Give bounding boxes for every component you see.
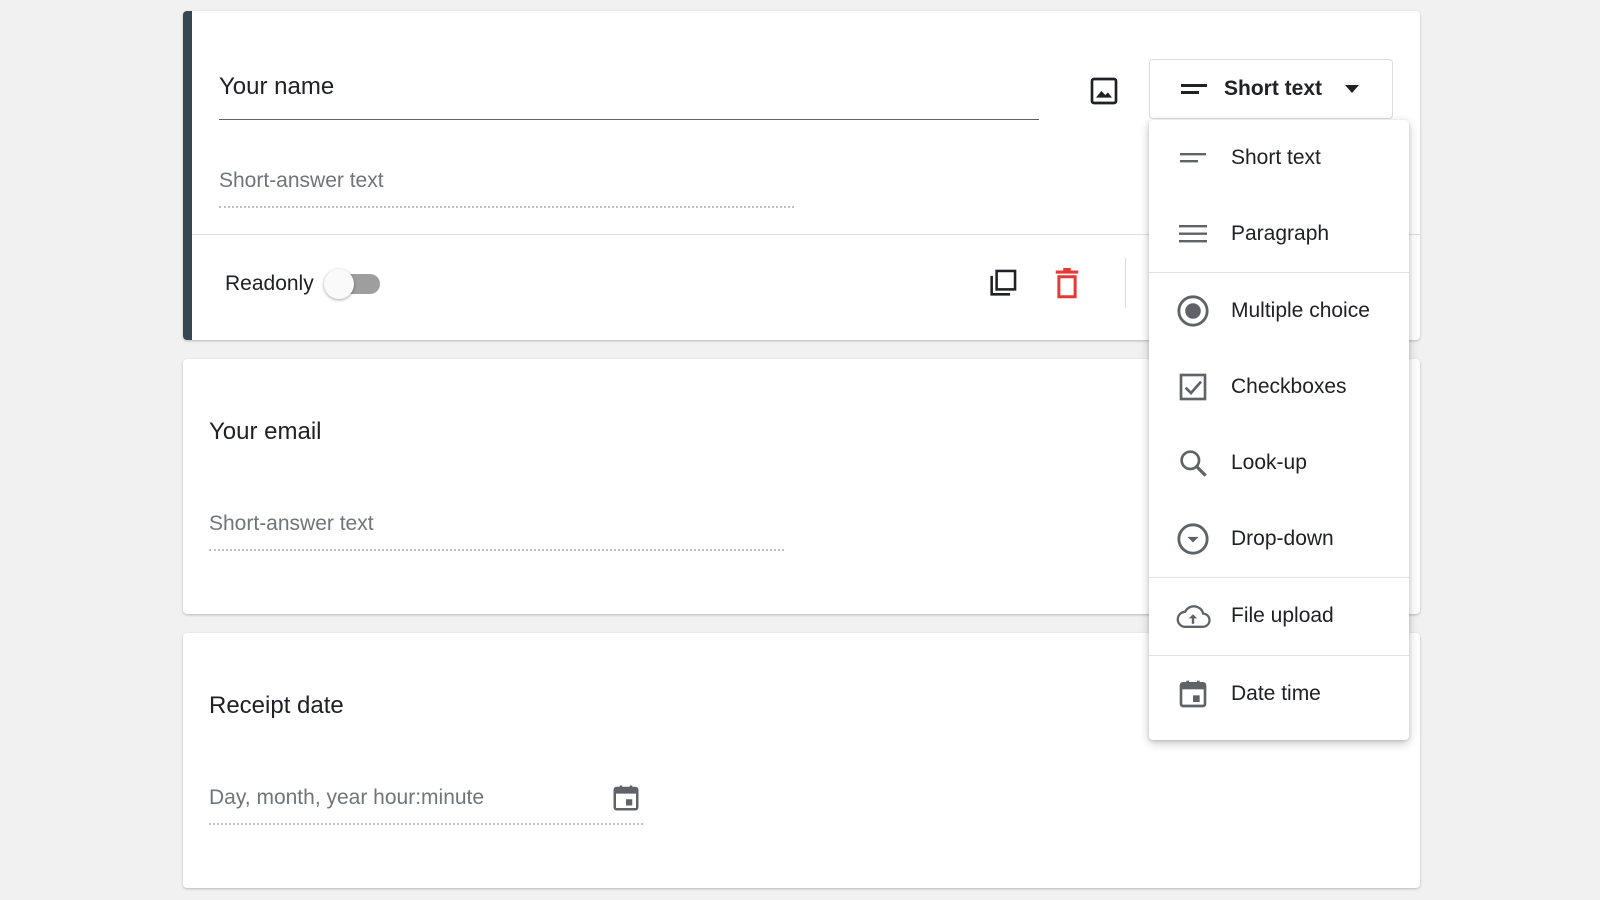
question-title: Your email	[209, 418, 322, 445]
toolbar-vertical-divider	[1125, 258, 1126, 308]
readonly-toggle[interactable]	[324, 267, 382, 299]
trash-icon	[1055, 268, 1079, 299]
menu-item-drop-down[interactable]: Drop-down	[1149, 501, 1409, 577]
question-type-menu: Short text Paragraph Multiple choice Che…	[1149, 120, 1409, 740]
menu-item-multiple-choice[interactable]: Multiple choice	[1149, 273, 1409, 349]
menu-item-paragraph[interactable]: Paragraph	[1149, 196, 1409, 272]
add-image-button[interactable]	[1084, 71, 1124, 111]
readonly-label: Readonly	[225, 272, 314, 295]
search-icon	[1180, 450, 1207, 477]
menu-item-date-time[interactable]: Date time	[1149, 656, 1409, 732]
menu-item-label: Paragraph	[1231, 222, 1330, 245]
toggle-thumb	[324, 269, 354, 299]
caret-down-icon	[1345, 85, 1360, 93]
active-question-indicator	[183, 11, 192, 340]
answer-placeholder: Short-answer text	[219, 166, 794, 208]
menu-item-label: Date time	[1231, 682, 1321, 705]
calendar-icon	[613, 785, 639, 811]
date-picker-button[interactable]	[608, 780, 644, 816]
dropdown-circle-icon	[1177, 523, 1209, 555]
duplicate-button[interactable]	[981, 261, 1025, 305]
radio-button-icon	[1177, 295, 1209, 327]
question-title-input[interactable]: Your name	[219, 67, 1039, 120]
cloud-upload-icon	[1176, 605, 1211, 628]
answer-placeholder: Day, month, year hour:minute	[209, 783, 643, 825]
answer-placeholder: Short-answer text	[209, 509, 784, 551]
menu-item-label: Look-up	[1231, 451, 1307, 474]
delete-button[interactable]	[1045, 261, 1089, 305]
short-text-icon	[1180, 153, 1206, 163]
menu-item-look-up[interactable]: Look-up	[1149, 425, 1409, 501]
menu-item-short-text[interactable]: Short text	[1149, 120, 1409, 196]
question-type-select[interactable]: Short text	[1149, 59, 1393, 119]
short-text-icon	[1181, 84, 1207, 94]
menu-item-file-upload[interactable]: File upload	[1149, 578, 1409, 654]
menu-item-label: Multiple choice	[1231, 299, 1370, 322]
question-title: Receipt date	[209, 692, 344, 719]
calendar-icon	[1179, 680, 1207, 708]
menu-item-label: Drop-down	[1231, 527, 1334, 550]
paragraph-icon	[1179, 225, 1207, 243]
copy-icon	[990, 269, 1017, 296]
checkbox-icon	[1179, 373, 1207, 401]
image-icon	[1090, 77, 1118, 105]
menu-item-checkboxes[interactable]: Checkboxes	[1149, 349, 1409, 425]
menu-item-label: File upload	[1231, 604, 1334, 627]
menu-item-label: Checkboxes	[1231, 375, 1347, 398]
question-type-label: Short text	[1224, 77, 1323, 100]
menu-item-label: Short text	[1231, 146, 1321, 169]
